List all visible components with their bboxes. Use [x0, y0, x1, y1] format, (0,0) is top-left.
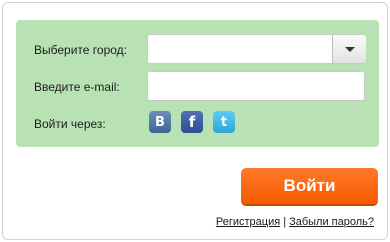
- city-dropdown-button[interactable]: [332, 35, 366, 63]
- twitter-icon[interactable]: t: [213, 111, 235, 133]
- social-login-label: Войти через:: [34, 117, 106, 131]
- email-field[interactable]: [147, 71, 365, 101]
- forgot-password-link[interactable]: Забыли пароль?: [289, 216, 374, 228]
- vk-icon[interactable]: B: [149, 111, 171, 133]
- login-form-panel: Выберите город: Введите e-mail: Войти че…: [16, 20, 379, 147]
- login-button[interactable]: Войти: [241, 168, 378, 204]
- facebook-icon[interactable]: f: [181, 111, 203, 133]
- login-card: Выберите город: Введите e-mail: Войти че…: [2, 2, 388, 240]
- auth-links: Регистрация | Забыли пароль?: [216, 216, 374, 228]
- city-select[interactable]: [147, 34, 366, 64]
- register-link[interactable]: Регистрация: [216, 216, 280, 228]
- email-label: Введите e-mail:: [34, 80, 120, 94]
- link-separator: |: [283, 216, 287, 228]
- chevron-down-icon: [344, 46, 355, 52]
- city-label: Выберите город:: [34, 43, 127, 57]
